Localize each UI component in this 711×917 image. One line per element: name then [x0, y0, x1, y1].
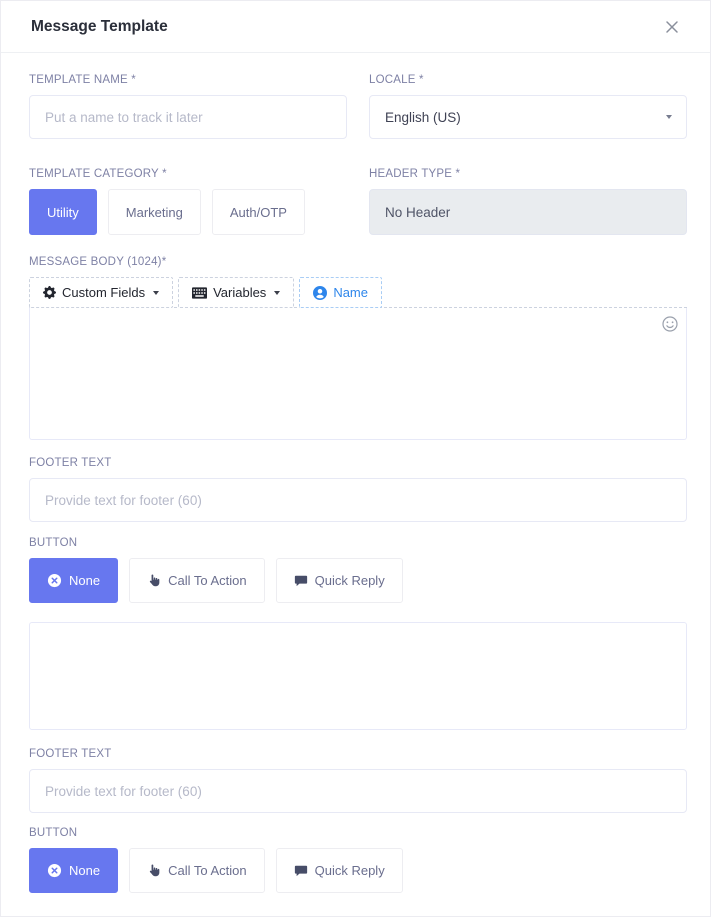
button-label: BUTTON	[29, 537, 687, 549]
name-button[interactable]: Name	[299, 277, 382, 308]
hand-pointer-icon	[147, 573, 161, 588]
header-type-input: No Header	[369, 189, 687, 235]
caret-down-icon	[274, 291, 280, 295]
button-type-call-to-action[interactable]: Call To Action	[129, 848, 265, 893]
footer-text-input[interactable]	[29, 478, 687, 522]
category-button-utility[interactable]: Utility	[29, 189, 97, 235]
button-type-quick-reply[interactable]: Quick Reply	[276, 848, 403, 893]
category-button-marketing[interactable]: Marketing	[108, 189, 201, 235]
custom-fields-label: Custom Fields	[62, 285, 145, 300]
emoji-button[interactable]	[662, 316, 678, 332]
footer-text-input[interactable]	[29, 769, 687, 813]
template-name-input[interactable]	[29, 95, 347, 139]
locale-select[interactable]: English (US)	[369, 95, 687, 139]
custom-fields-button[interactable]: Custom Fields	[29, 277, 173, 308]
message-body-label: MESSAGE BODY (1024)*	[29, 256, 687, 268]
button-type-none[interactable]: None	[29, 558, 118, 603]
template-category-label: TEMPLATE CATEGORY *	[29, 168, 347, 180]
message-body-textarea[interactable]	[29, 308, 687, 440]
message-body-toolbar: Custom Fields Variables Name	[29, 277, 687, 308]
button-type-none-label: None	[69, 863, 100, 878]
template-name-label: TEMPLATE NAME *	[29, 74, 347, 86]
name-label: Name	[333, 285, 368, 300]
template-category-group: Utility Marketing Auth/OTP	[29, 189, 347, 235]
circle-x-icon	[47, 863, 62, 878]
circle-x-icon	[47, 573, 62, 588]
smiley-icon	[662, 319, 678, 336]
header-type-label: HEADER TYPE *	[369, 168, 687, 180]
speech-bubble-icon	[294, 864, 308, 878]
button-type-none-label: None	[69, 573, 100, 588]
button-type-none[interactable]: None	[29, 848, 118, 893]
caret-down-icon	[153, 291, 159, 295]
modal-header: Message Template	[1, 1, 710, 53]
person-icon	[313, 286, 327, 300]
variables-button[interactable]: Variables	[178, 277, 294, 308]
category-button-auth-otp[interactable]: Auth/OTP	[212, 189, 305, 235]
button-type-quick-reply-label: Quick Reply	[315, 863, 385, 878]
button-type-quick-reply[interactable]: Quick Reply	[276, 558, 403, 603]
button-type-group: None Call To Action Quick Reply	[29, 558, 687, 603]
speech-bubble-icon	[294, 574, 308, 588]
close-icon	[664, 22, 680, 39]
button-type-cta-label: Call To Action	[168, 573, 247, 588]
gear-icon	[43, 286, 56, 299]
footer-text-label: FOOTER TEXT	[29, 748, 687, 760]
modal-body: TEMPLATE NAME * LOCALE * English (US) TE…	[1, 53, 710, 893]
hand-pointer-icon	[147, 863, 161, 878]
keyboard-icon	[192, 287, 207, 299]
close-button[interactable]	[660, 15, 684, 39]
locale-label: LOCALE *	[369, 74, 687, 86]
variables-label: Variables	[213, 285, 266, 300]
header-type-value: No Header	[385, 205, 450, 220]
button-label: BUTTON	[29, 827, 687, 839]
button-type-cta-label: Call To Action	[168, 863, 247, 878]
caret-down-icon	[666, 115, 672, 119]
modal-title: Message Template	[31, 18, 168, 36]
button-type-quick-reply-label: Quick Reply	[315, 573, 385, 588]
button-type-call-to-action[interactable]: Call To Action	[129, 558, 265, 603]
button-type-group: None Call To Action Quick Reply	[29, 848, 687, 893]
footer-text-label: FOOTER TEXT	[29, 457, 687, 469]
second-message-textarea[interactable]	[29, 622, 687, 730]
locale-selected-value: English (US)	[385, 110, 461, 125]
